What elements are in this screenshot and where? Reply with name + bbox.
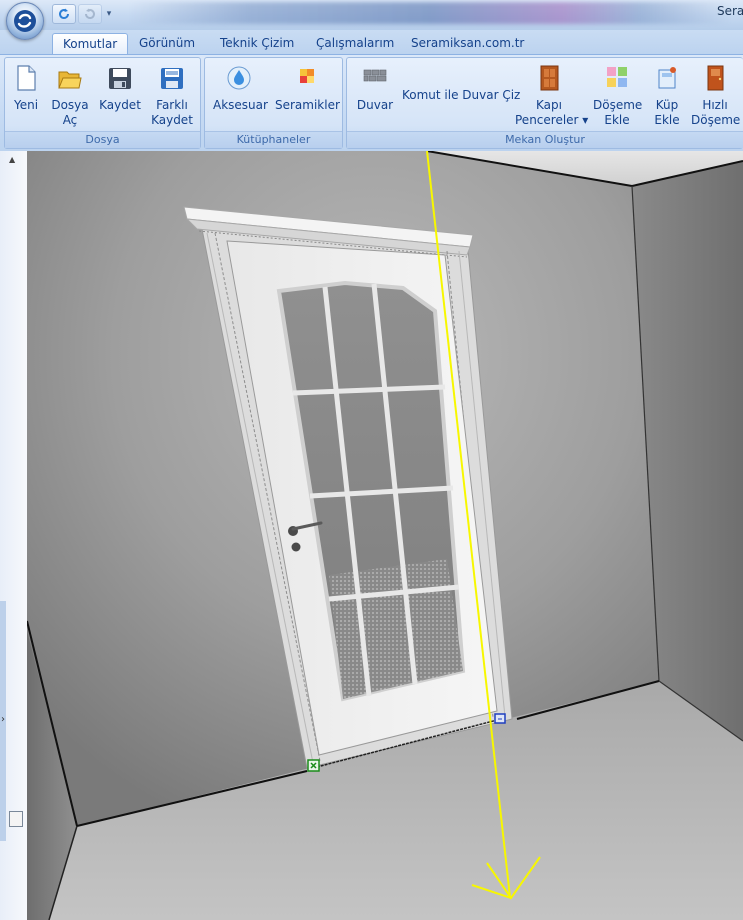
seramikler-button[interactable]: Seramikler: [275, 64, 340, 113]
floor-tiles-icon: [604, 64, 630, 92]
yeni-button[interactable]: Yeni: [11, 64, 41, 113]
application-menu-button[interactable]: [6, 2, 44, 40]
aksesuar-button[interactable]: Aksesuar: [213, 64, 268, 113]
group-mekan-olustur-label: Mekan Oluştur: [347, 131, 743, 148]
group-dosya: Yeni Dosya Aç Kaydet Farklı Kaydet Dosya: [4, 57, 201, 149]
doseme-label: Döşeme: [593, 98, 643, 112]
scroll-thumb[interactable]: [9, 811, 23, 827]
doseme-ekle-label: Ekle: [604, 113, 630, 127]
window-title: Sera: [717, 4, 743, 18]
duvar-button[interactable]: Duvar: [355, 64, 395, 113]
kaydet-button[interactable]: Kaydet: [99, 64, 141, 113]
kapi-label: Kapı: [536, 98, 562, 112]
left-panel-strip: ▲ ›: [0, 151, 28, 920]
door-icon: [536, 64, 562, 92]
dosya-ac-label-1: Dosya: [51, 98, 89, 112]
seramikler-label: Seramikler: [275, 98, 340, 112]
redo-icon[interactable]: [78, 4, 102, 24]
cube-icon: [654, 64, 680, 92]
kup-label: Küp: [655, 98, 679, 112]
kaydet-label: Kaydet: [99, 98, 141, 112]
quick-access-toolbar: ▾: [52, 4, 114, 24]
farkli-kaydet-label-1: Farklı: [156, 98, 188, 112]
3d-viewport[interactable]: [27, 151, 743, 920]
tab-calismalarim[interactable]: Çalışmalarım: [306, 33, 404, 54]
kup-ekle-button[interactable]: Küp Ekle: [649, 64, 685, 128]
hizli-label: Hızlı: [702, 98, 728, 112]
komut-ile-duvar-ciz-button[interactable]: Komut ile Duvar Çiz: [402, 88, 520, 102]
farkli-kaydet-label-2: Kaydet: [151, 113, 193, 127]
aksesuar-label: Aksesuar: [213, 98, 268, 112]
ribbon: Yeni Dosya Aç Kaydet Farklı Kaydet Dosya: [0, 54, 743, 152]
scene-render: [27, 151, 743, 920]
tab-gorunum[interactable]: Görünüm: [129, 33, 205, 54]
app-logo-icon: [14, 10, 36, 32]
tab-komutlar[interactable]: Komutlar: [52, 33, 129, 55]
yeni-label: Yeni: [13, 98, 39, 112]
group-kutuphaneler: Aksesuar Seramikler Kütüphaneler: [204, 57, 343, 149]
group-dosya-label: Dosya: [5, 131, 200, 148]
save-icon: [107, 64, 133, 92]
scroll-up-icon[interactable]: ▲: [9, 155, 15, 164]
group-kutuphaneler-label: Kütüphaneler: [205, 131, 342, 148]
wall-icon: [362, 64, 388, 92]
dosya-ac-button[interactable]: Dosya Aç: [51, 64, 89, 128]
pencereler-label: Pencereler ▾: [515, 113, 589, 127]
kapi-pencereler-button[interactable]: Kapı Pencereler ▾: [515, 64, 589, 128]
qat-dropdown-icon[interactable]: ▾: [104, 5, 114, 23]
save-as-icon: [159, 64, 185, 92]
hizli-doseme-button[interactable]: Hızlı Döşeme: [691, 64, 741, 128]
tab-teknik-cizim[interactable]: Teknik Çizim: [210, 33, 304, 54]
title-bar: ▾ Sera: [0, 0, 743, 30]
chevron-right-icon[interactable]: ›: [1, 714, 5, 725]
group-mekan-olustur: Duvar Komut ile Duvar Çiz Kapı Pencerele…: [346, 57, 743, 149]
duvar-label: Duvar: [356, 98, 394, 112]
tab-seramiksan[interactable]: Seramiksan.com.tr: [401, 33, 534, 54]
open-folder-icon: [57, 64, 83, 92]
ribbon-tab-strip: Komutlar Görünüm Teknik Çizim Çalışmalar…: [0, 30, 743, 55]
hizli-doseme-label: Döşeme: [691, 113, 741, 127]
tiles-icon: [293, 64, 319, 92]
dosya-ac-label-2: Aç: [62, 113, 78, 127]
refresh-icon[interactable]: [52, 4, 76, 24]
title-bar-background: [130, 2, 730, 24]
kup-ekle-label: Ekle: [654, 113, 680, 127]
door-quick-icon: [702, 64, 728, 92]
farkli-kaydet-button[interactable]: Farklı Kaydet: [151, 64, 193, 128]
new-file-icon: [13, 64, 39, 92]
doseme-ekle-button[interactable]: Döşeme Ekle: [593, 64, 643, 128]
water-drop-icon: [226, 64, 252, 92]
